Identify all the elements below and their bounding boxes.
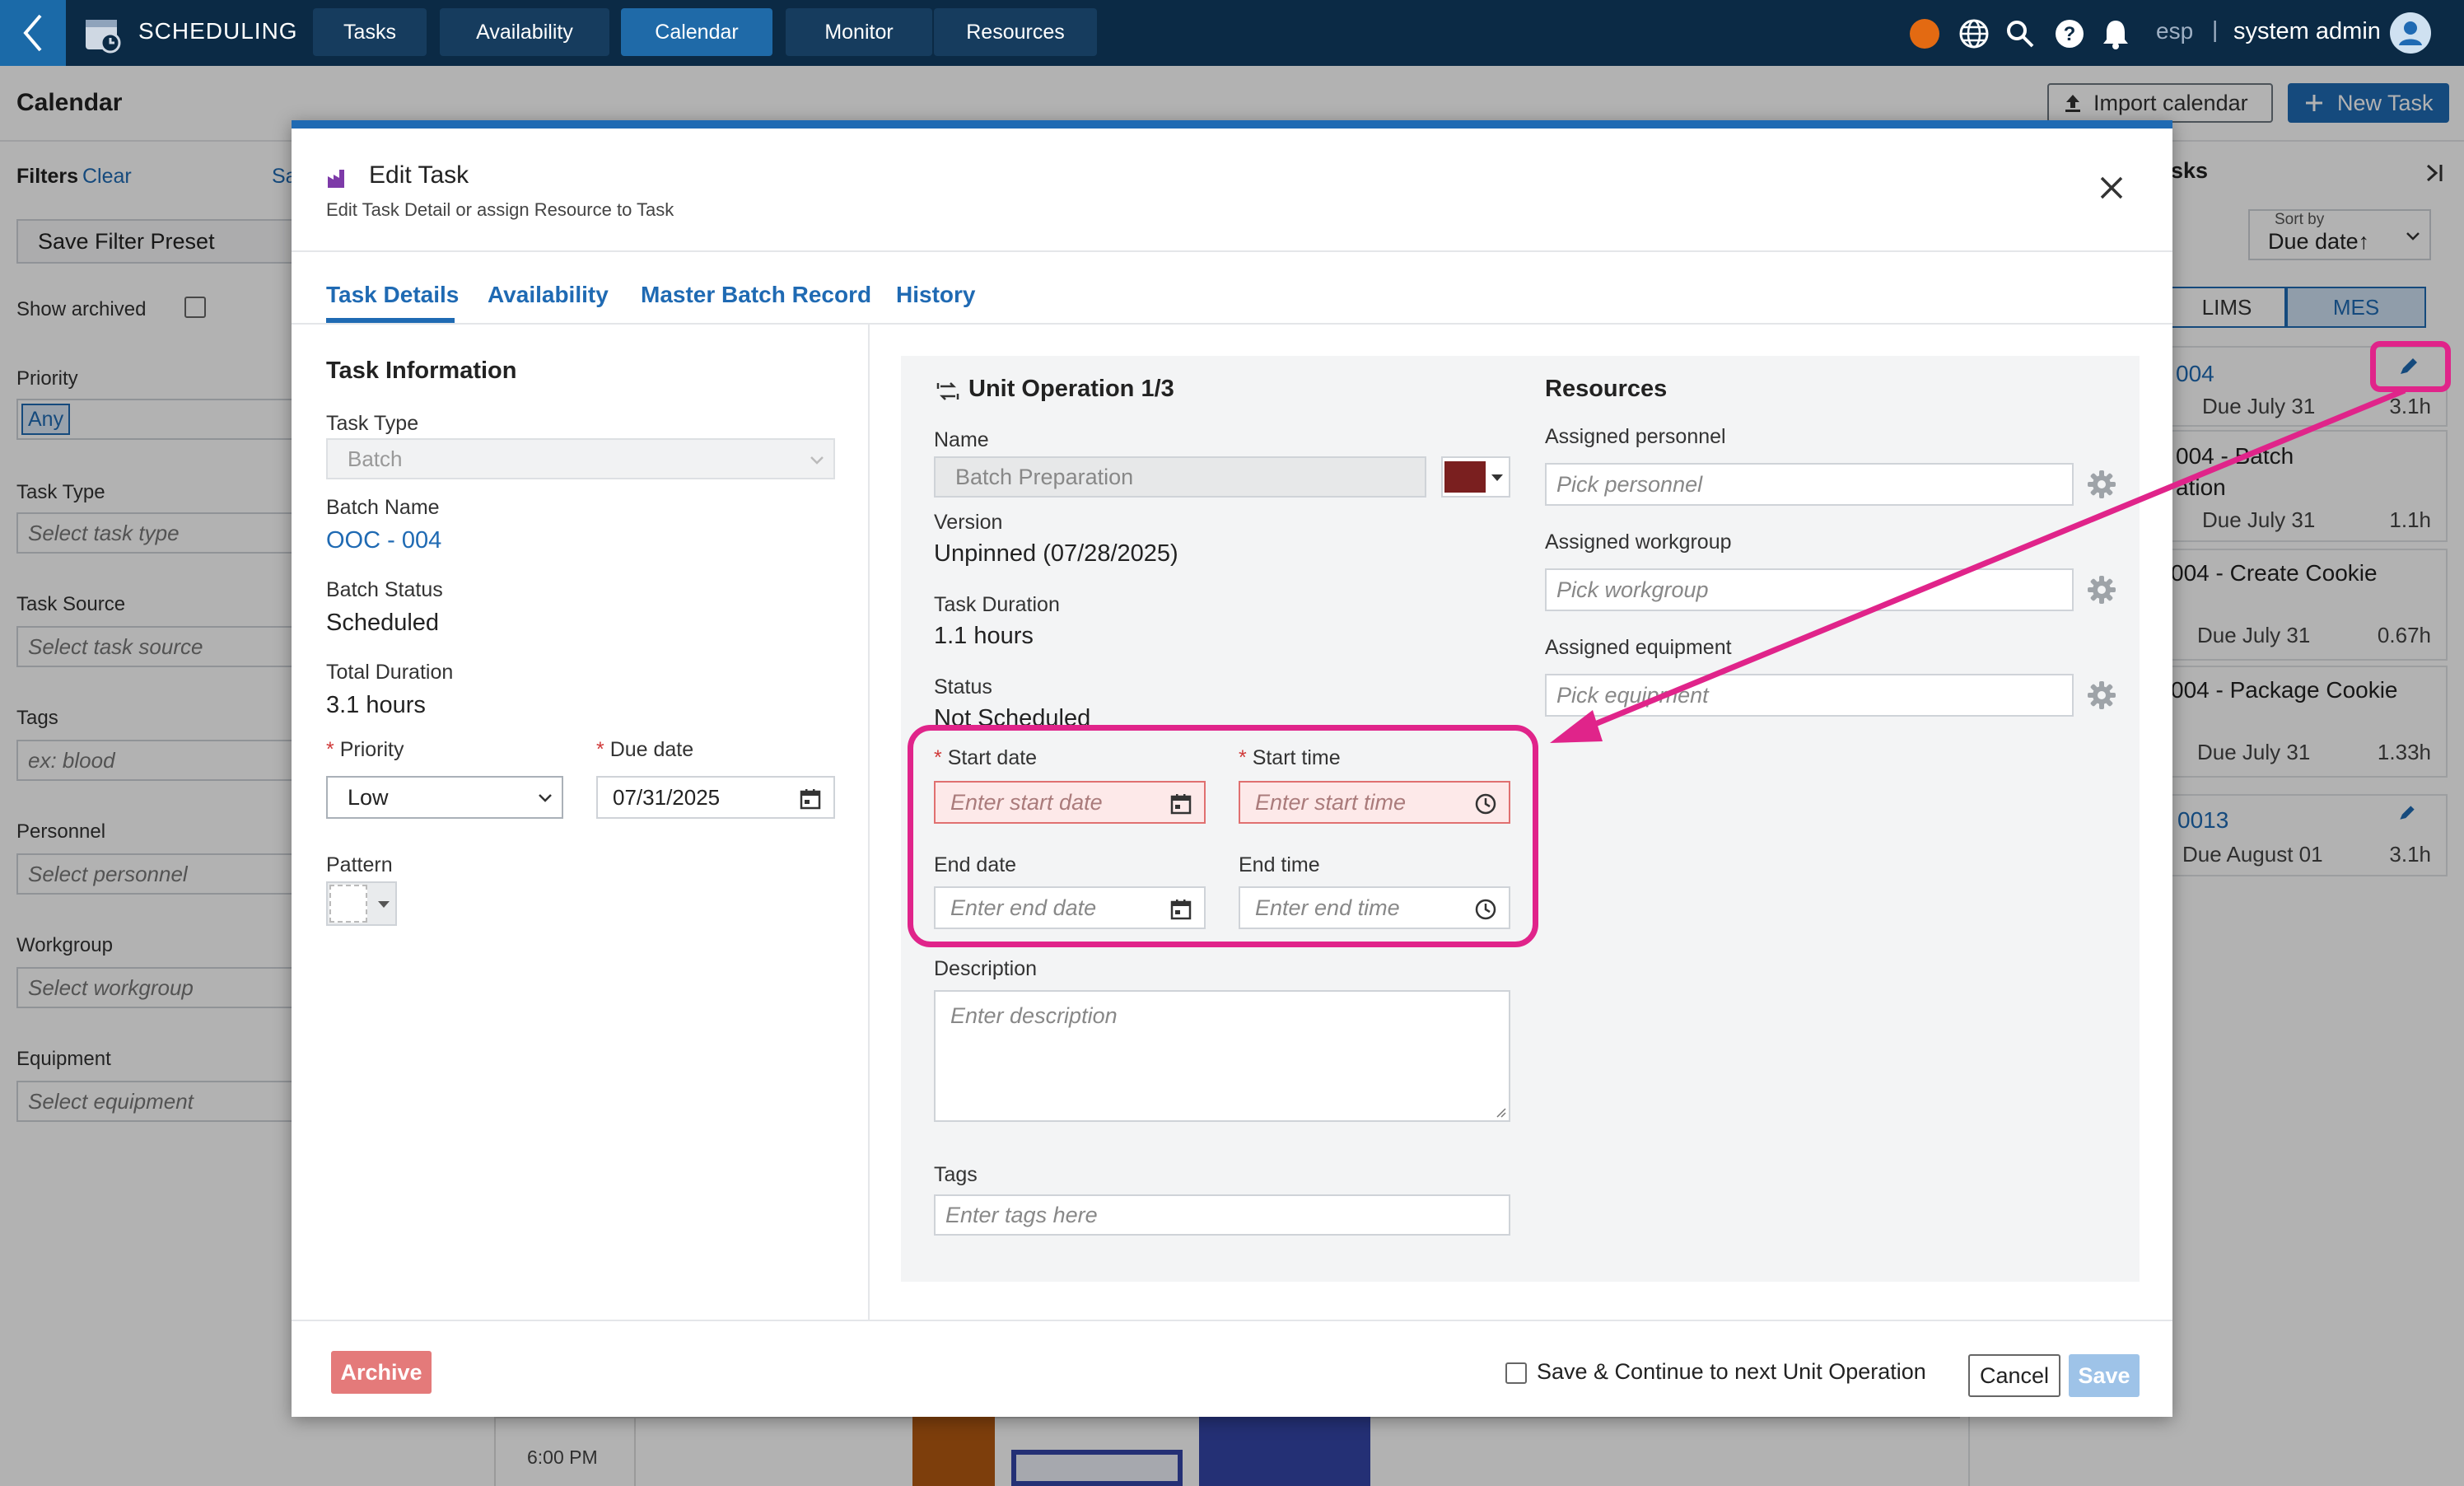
annotation-arrow — [1550, 387, 2406, 743]
